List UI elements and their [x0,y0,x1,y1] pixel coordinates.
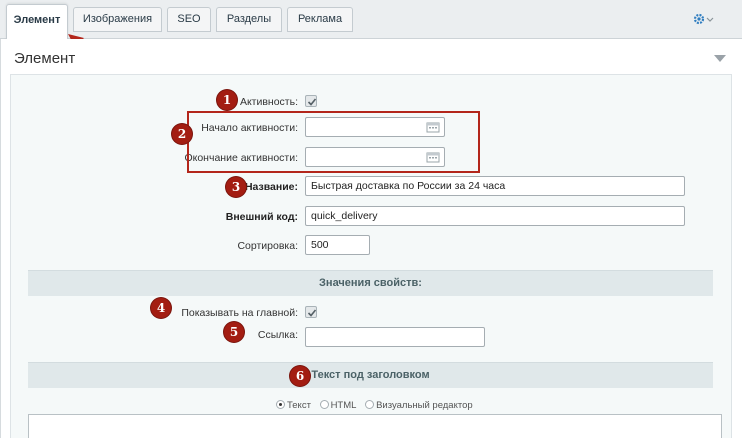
sort-label: Сортировка: [237,240,298,252]
tab-label: Реклама [297,13,343,25]
radio-icon [319,400,329,409]
tab-seo[interactable]: SEO [167,7,211,32]
tab-sections[interactable]: Разделы [216,7,282,32]
code-label: Внешний код: [225,211,298,223]
tab-label: SEO [177,13,201,25]
section-title: Элемент [14,50,76,67]
annotation-badge: 1 [217,90,237,110]
properties-header: Значения свойств: [28,270,713,296]
subtitle-text-header: Текст под заголовком [28,362,713,388]
text-mode-selector: Текст HTML Визуальный редактор [276,400,479,411]
sort-input[interactable]: 500 [305,235,370,255]
show-on-main-checkbox[interactable] [305,306,317,318]
annotation-badge: 3 [226,177,246,197]
mode-html-option[interactable]: HTML [319,400,357,411]
annotation-badge: 4 [151,298,171,318]
checkmark-icon [307,309,317,317]
mode-label: HTML [330,400,357,411]
annotation-highlight-box [187,111,480,173]
annotation-badge: 6 [290,366,310,386]
collapse-triangle-icon[interactable] [714,55,726,62]
mode-text-option[interactable]: Текст [276,400,311,411]
text-editor-area[interactable] [28,414,722,438]
annotation-badge: 2 [172,124,192,144]
tab-advertising[interactable]: Реклама [287,7,353,32]
show-on-main-label: Показывать на главной: [181,307,298,319]
code-input[interactable]: quick_delivery [305,206,685,226]
tab-label: Элемент [13,14,61,26]
tab-label: Разделы [226,13,272,25]
mode-label: Текст [287,400,311,411]
radio-icon [276,400,285,409]
tab-images[interactable]: Изображения [73,7,162,32]
name-input[interactable]: Быстрая доставка по России за 24 часа [305,176,685,196]
radio-icon [365,400,375,409]
tab-label: Изображения [82,13,153,25]
tab-element[interactable]: Элемент [6,4,68,40]
mode-label: Визуальный редактор [376,400,473,411]
checkmark-icon [307,98,317,106]
annotation-badge: 5 [224,322,244,342]
active-checkbox[interactable] [305,95,317,107]
settings-gear-icon[interactable] [692,12,716,26]
mode-visual-editor-option[interactable]: Визуальный редактор [365,400,473,411]
link-input[interactable] [305,327,485,347]
